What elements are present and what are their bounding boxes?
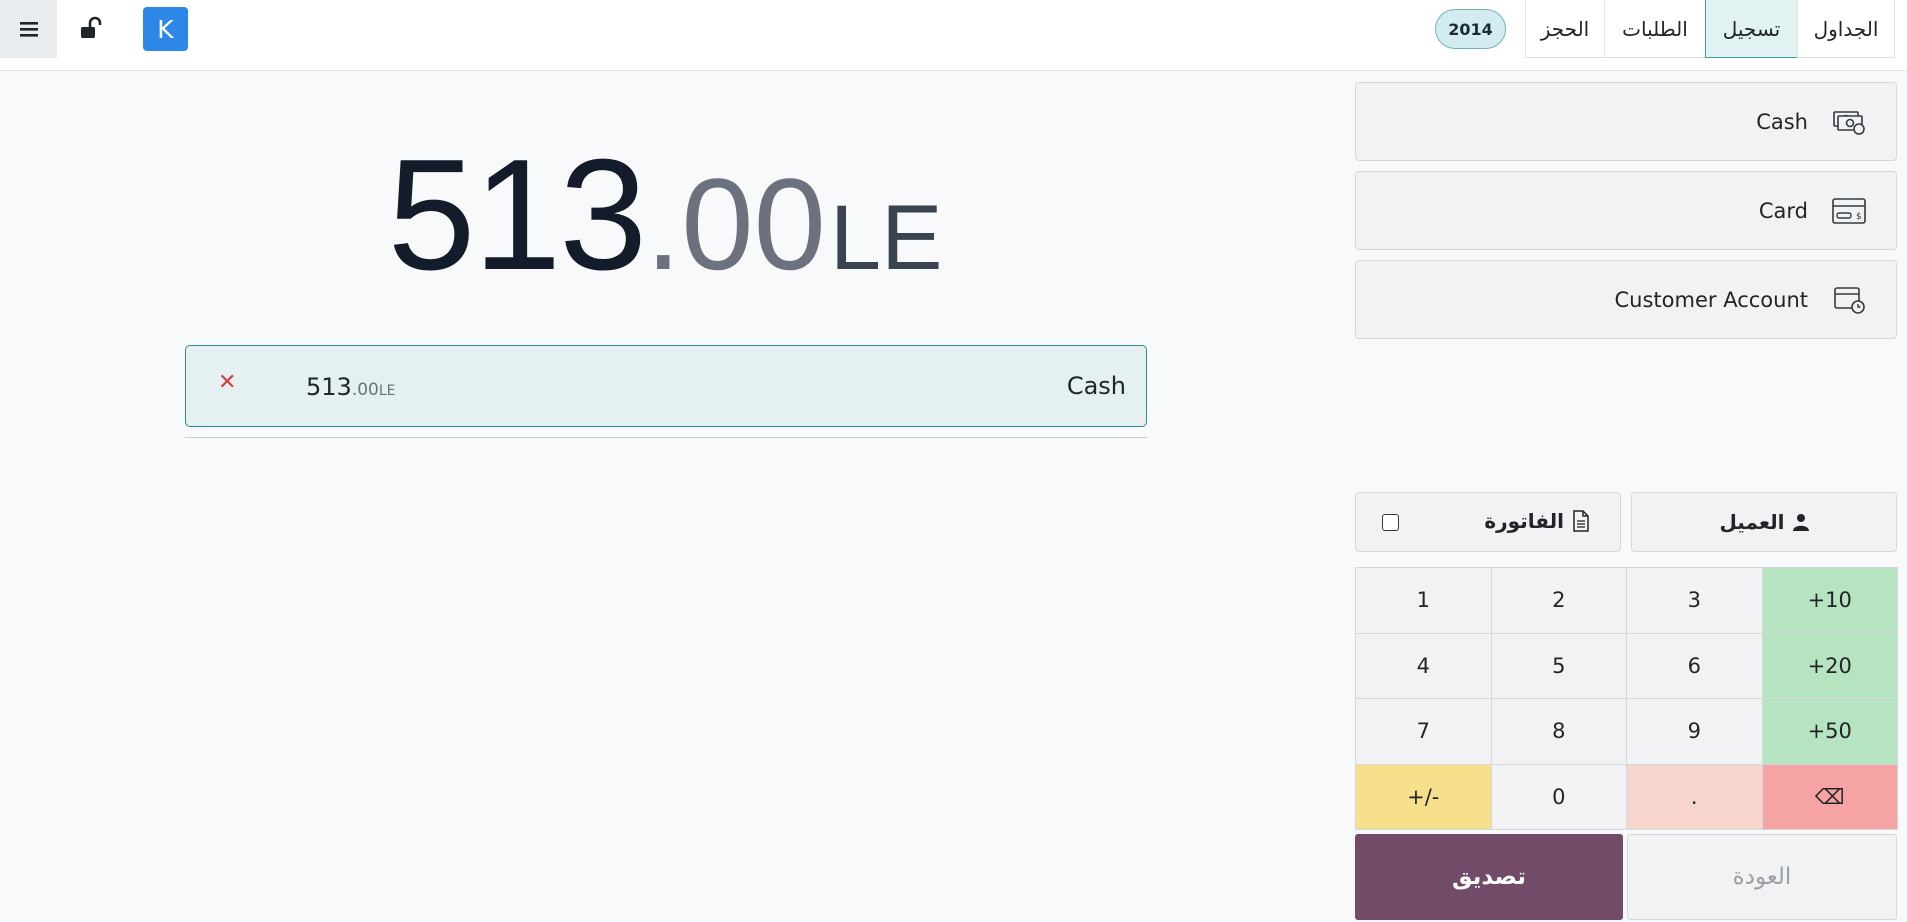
payment-method-cash[interactable]: Cash xyxy=(1355,82,1897,161)
invoice-checkbox[interactable] xyxy=(1382,514,1399,531)
menu-button[interactable] xyxy=(0,0,57,58)
numpad: 1 2 3 +10 4 5 6 +20 7 8 9 +50 +/- 0 . ⌫ xyxy=(1355,567,1898,830)
remove-line-icon[interactable]: ✕ xyxy=(218,370,236,395)
numpad-key-6[interactable]: 6 xyxy=(1626,632,1763,699)
cash-icon xyxy=(1833,111,1865,135)
divider xyxy=(185,437,1147,438)
top-bar: K 2014 الحجز الطلبات تسجيل الجداول xyxy=(0,0,1907,71)
payment-line-method: Cash xyxy=(1066,372,1126,400)
payment-line-amount-dec: .00 xyxy=(351,380,379,400)
payment-method-label: Cash xyxy=(1756,110,1808,134)
numpad-key-plus-10[interactable]: +10 xyxy=(1761,567,1898,634)
unlock-icon[interactable] xyxy=(80,16,104,42)
nav-tabs: الحجز الطلبات تسجيل الجداول xyxy=(1525,0,1895,58)
order-number-badge[interactable]: 2014 xyxy=(1435,9,1506,49)
payment-line-amount: 513.00LE xyxy=(306,373,396,401)
invoice-button-label: الفاتورة xyxy=(1484,509,1564,533)
numpad-key-1[interactable]: 1 xyxy=(1355,567,1492,634)
invoice-toggle[interactable]: الفاتورة xyxy=(1355,492,1621,552)
payment-method-label: Card xyxy=(1758,199,1808,223)
payment-method-label: Customer Account xyxy=(1614,288,1808,312)
numpad-key-2[interactable]: 2 xyxy=(1490,567,1627,634)
customer-account-icon xyxy=(1834,287,1865,314)
numpad-key-sign-toggle[interactable]: +/- xyxy=(1355,763,1492,830)
svg-text:$: $ xyxy=(1856,212,1862,222)
numpad-key-decimal[interactable]: . xyxy=(1626,763,1763,830)
tab-orders[interactable]: الطلبات xyxy=(1604,0,1706,58)
hamburger-icon xyxy=(19,22,38,37)
numpad-key-plus-20[interactable]: +20 xyxy=(1761,632,1898,699)
customer-button[interactable]: العميل xyxy=(1631,492,1897,552)
user-icon xyxy=(1792,514,1809,531)
numpad-key-9[interactable]: 9 xyxy=(1626,698,1763,765)
tab-tables[interactable]: الجداول xyxy=(1797,0,1895,58)
document-icon xyxy=(1573,510,1589,532)
numpad-key-0[interactable]: 0 xyxy=(1490,763,1627,830)
back-button[interactable]: العودة xyxy=(1627,834,1897,920)
payment-method-card[interactable]: Card $ xyxy=(1355,171,1897,250)
numpad-key-7[interactable]: 7 xyxy=(1355,698,1492,765)
numpad-key-5[interactable]: 5 xyxy=(1490,632,1627,699)
tab-booking[interactable]: الحجز xyxy=(1525,0,1605,58)
validate-button[interactable]: تصديق xyxy=(1355,834,1623,920)
total-currency: LE xyxy=(829,187,943,289)
customer-button-label: العميل xyxy=(1719,510,1785,534)
numpad-key-plus-50[interactable]: +50 xyxy=(1761,698,1898,765)
tab-register[interactable]: تسجيل xyxy=(1705,0,1798,58)
numpad-key-4[interactable]: 4 xyxy=(1355,632,1492,699)
numpad-key-3[interactable]: 3 xyxy=(1626,567,1763,634)
payment-line[interactable]: ✕ 513.00LE Cash xyxy=(185,345,1147,427)
payment-method-customer-account[interactable]: Customer Account xyxy=(1355,260,1897,339)
payment-line-currency: LE xyxy=(378,383,396,399)
numpad-key-backspace[interactable]: ⌫ xyxy=(1761,763,1898,830)
numpad-key-8[interactable]: 8 xyxy=(1490,698,1627,765)
total-integer: 513 xyxy=(387,127,648,303)
payment-line-amount-int: 513 xyxy=(306,373,352,401)
avatar[interactable]: K xyxy=(143,7,188,51)
card-icon: $ xyxy=(1832,198,1866,224)
total-amount: 513 .00 LE xyxy=(180,125,1150,303)
total-decimal: .00 xyxy=(645,151,826,297)
